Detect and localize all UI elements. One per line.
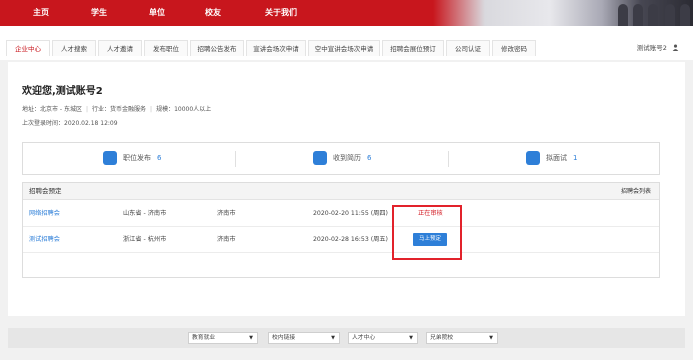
resume-icon (313, 151, 327, 165)
stat-label: 职位发布 (123, 154, 151, 162)
fair-list-link[interactable]: 招聘会列表 (621, 183, 651, 200)
tab-talent-invite[interactable]: 人才邀请 (98, 40, 142, 56)
stat-interviews[interactable]: 拟面试 1 (526, 143, 577, 174)
briefcase-icon (103, 151, 117, 165)
fair-city: 济南市 (217, 236, 236, 243)
last-login: 上次登录时间：2020.02.18 12:09 (22, 120, 118, 127)
dropdown-arrow-icon: ▼ (331, 335, 335, 341)
stats-bar: 职位发布 6 收到简历 6 拟面试 1 (22, 142, 660, 175)
fair-name-link[interactable]: 测试招聘会 (29, 227, 60, 253)
table-row: 测试招聘会 浙江省 - 杭州市 济南市 2020-02-28 16:53 (周五… (23, 227, 659, 253)
stat-jobs-posted[interactable]: 职位发布 6 (103, 143, 161, 174)
select-talent-center[interactable]: 人才中心 ▼ (348, 332, 418, 344)
interview-icon (526, 151, 540, 165)
stat-resumes-received[interactable]: 收到简历 6 (313, 143, 371, 174)
select-education[interactable]: 教育就业 ▼ (188, 332, 258, 344)
tab-seminar-apply[interactable]: 宣讲会场次申请 (246, 40, 306, 56)
fair-name-link[interactable]: 网络招聘会 (29, 201, 60, 227)
tab-change-password[interactable]: 修改密码 (492, 40, 536, 56)
header-banner-image (433, 0, 693, 26)
stat-label: 收到简历 (333, 154, 361, 162)
dropdown-arrow-icon: ▼ (409, 335, 413, 341)
welcome-title: 欢迎您,测试账号2 (22, 86, 103, 97)
tab-talent-search[interactable]: 人才搜索 (52, 40, 96, 56)
select-campus-links[interactable]: 校内链接 ▼ (268, 332, 340, 344)
nav-home[interactable]: 主页 (22, 0, 60, 26)
stat-label: 拟面试 (546, 154, 567, 162)
fair-header: 招聘会预定 招聘会列表 (23, 183, 659, 200)
fair-time: 2020-02-28 16:53 (周五) (313, 236, 388, 243)
stat-value: 1 (573, 154, 578, 162)
tab-company-cert[interactable]: 公司认证 (446, 40, 490, 56)
company-scale: 规模：10000人以上 (156, 106, 212, 113)
main-panel: 欢迎您,测试账号2 地址：北京市 - 东城区 | 行业：货币金融服务 | 规模：1000… (8, 62, 685, 316)
select-sister-schools[interactable]: 兄弟院校 ▼ (426, 332, 498, 344)
fair-region: 山东省 - 济南市 (123, 210, 167, 217)
job-fair-booking: 招聘会预定 招聘会列表 网络招聘会 山东省 - 济南市 济南市 2020-02-… (22, 182, 660, 278)
company-info: 地址：北京市 - 东城区 | 行业：货币金融服务 | 规模：10000人以上 (22, 106, 212, 113)
tab-company-center[interactable]: 企业中心 (6, 40, 50, 56)
account-name: 测试账号2 (636, 44, 667, 52)
fair-region: 浙江省 - 杭州市 (123, 236, 167, 243)
top-navbar: 主页 学生 单位 校友 关于我们 (0, 0, 693, 26)
nav-about[interactable]: 关于我们 (252, 0, 310, 26)
fair-title: 招聘会预定 (29, 187, 62, 195)
tab-recruit-notice[interactable]: 招聘公告发布 (190, 40, 244, 56)
user-icon (672, 44, 679, 51)
company-industry: 行业：货币金融服务 (92, 106, 147, 113)
table-row: 网络招聘会 山东省 - 济南市 济南市 2020-02-20 11:55 (周四… (23, 201, 659, 227)
stat-value: 6 (367, 154, 372, 162)
nav-students[interactable]: 学生 (80, 0, 118, 26)
highlight-box (392, 205, 462, 260)
tab-online-seminar-apply[interactable]: 空中宣讲会场次申请 (308, 40, 380, 56)
dropdown-arrow-icon: ▼ (489, 335, 493, 341)
tab-post-job[interactable]: 发布职位 (144, 40, 188, 56)
company-address: 地址：北京市 - 东城区 (22, 106, 82, 113)
nav-alumni[interactable]: 校友 (194, 0, 232, 26)
dropdown-arrow-icon: ▼ (249, 335, 253, 341)
fair-city: 济南市 (217, 210, 236, 217)
account-menu[interactable]: 测试账号2 (637, 40, 679, 56)
sub-navbar: 企业中心 人才搜索 人才邀请 发布职位 招聘公告发布 宣讲会场次申请 空中宣讲会… (0, 26, 693, 60)
footer-links-bar: 教育就业 ▼ 校内链接 ▼ 人才中心 ▼ 兄弟院校 ▼ (8, 328, 685, 348)
tab-booth-booking[interactable]: 招聘会展位预订 (382, 40, 444, 56)
fair-time: 2020-02-20 11:55 (周四) (313, 210, 388, 217)
stat-value: 6 (157, 154, 162, 162)
nav-employers[interactable]: 单位 (138, 0, 176, 26)
